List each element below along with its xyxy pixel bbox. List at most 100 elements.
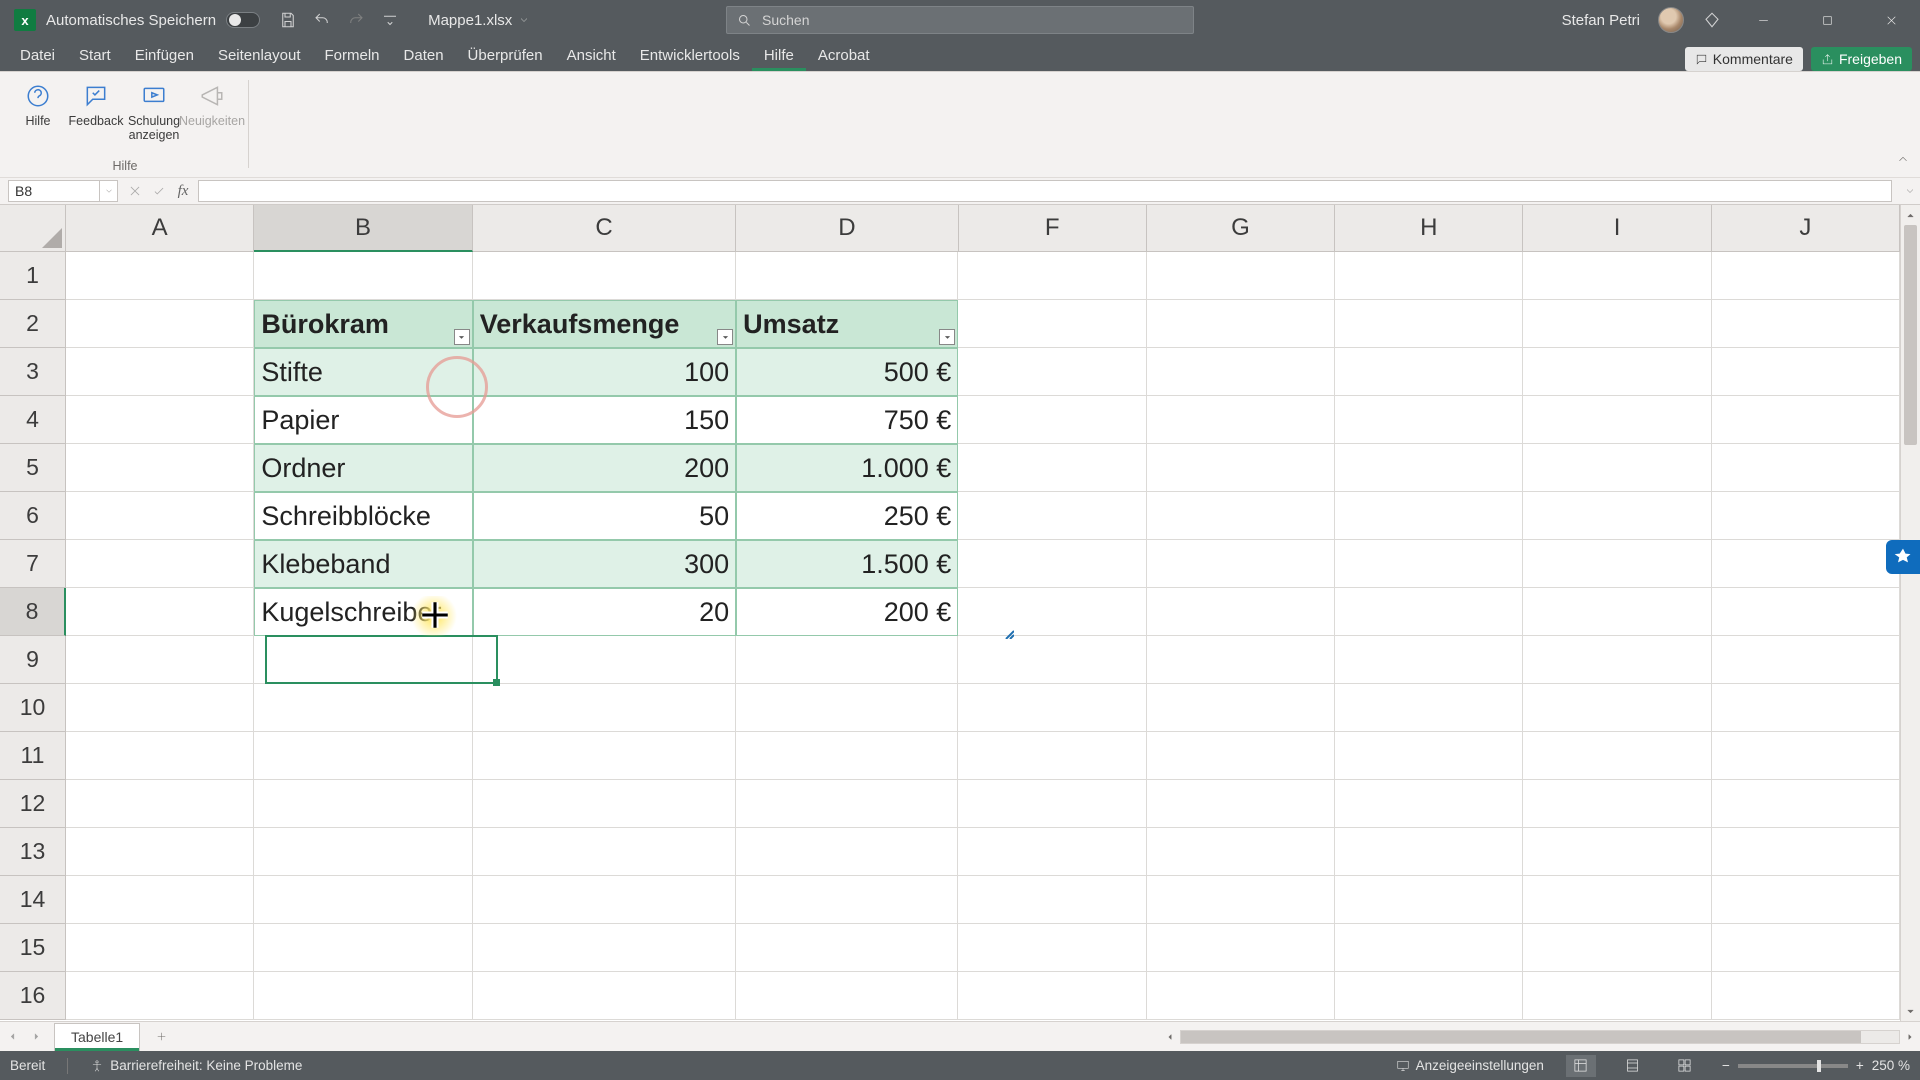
scroll-up-icon[interactable]: [1901, 205, 1920, 225]
cell[interactable]: [1147, 300, 1335, 348]
row-header[interactable]: 12: [0, 780, 66, 828]
tab-daten[interactable]: Daten: [392, 41, 456, 71]
document-name[interactable]: Mappe1.xlsx: [428, 12, 530, 29]
cell[interactable]: [66, 684, 254, 732]
filter-dropdown-icon[interactable]: [939, 329, 955, 345]
cell[interactable]: 1.500 €: [736, 540, 958, 588]
cell[interactable]: Stifte: [254, 348, 472, 396]
tab-einfuegen[interactable]: Einfügen: [123, 41, 206, 71]
cell[interactable]: [1147, 876, 1335, 924]
cell[interactable]: [958, 684, 1146, 732]
tab-acrobat[interactable]: Acrobat: [806, 41, 882, 71]
diamond-icon[interactable]: [1702, 10, 1722, 30]
column-header[interactable]: J: [1712, 205, 1900, 252]
cell[interactable]: [254, 636, 472, 684]
cell[interactable]: [1335, 396, 1523, 444]
row-header[interactable]: 13: [0, 828, 66, 876]
cell[interactable]: Verkaufsmenge: [473, 300, 736, 348]
add-sheet-button[interactable]: [146, 1030, 176, 1043]
cell[interactable]: [1523, 828, 1711, 876]
ribbon-collapse-icon[interactable]: [1896, 152, 1910, 171]
search-box[interactable]: Suchen: [726, 6, 1194, 34]
column-headers[interactable]: ABCDFGHIJ: [66, 205, 1900, 252]
cell[interactable]: [1335, 492, 1523, 540]
cell[interactable]: [1335, 828, 1523, 876]
hscroll-thumb[interactable]: [1181, 1031, 1861, 1043]
cell[interactable]: [1712, 300, 1900, 348]
cell[interactable]: [1523, 492, 1711, 540]
cell[interactable]: [1335, 732, 1523, 780]
cell[interactable]: [736, 876, 958, 924]
cell[interactable]: 200 €: [736, 588, 958, 636]
tab-datei[interactable]: Datei: [8, 41, 67, 71]
cell[interactable]: [958, 972, 1146, 1020]
column-header[interactable]: A: [66, 205, 254, 252]
select-all-corner[interactable]: [0, 205, 66, 252]
cell[interactable]: [1335, 636, 1523, 684]
cell[interactable]: [254, 684, 472, 732]
zoom-out-icon[interactable]: −: [1722, 1058, 1730, 1073]
view-page-break-button[interactable]: [1670, 1055, 1700, 1077]
cell[interactable]: [66, 396, 254, 444]
cell-grid[interactable]: BürokramVerkaufsmengeUmsatzStifte100500 …: [66, 252, 1900, 1021]
cell[interactable]: [254, 972, 472, 1020]
tab-nav-prev[interactable]: [0, 1031, 24, 1042]
tab-ansicht[interactable]: Ansicht: [555, 41, 628, 71]
formula-expand-icon[interactable]: [1900, 185, 1920, 197]
cell[interactable]: [66, 444, 254, 492]
maximize-button[interactable]: [1804, 0, 1850, 40]
cell[interactable]: [1523, 684, 1711, 732]
cell[interactable]: [958, 924, 1146, 972]
cell[interactable]: [958, 876, 1146, 924]
cell[interactable]: [958, 300, 1146, 348]
scroll-down-icon[interactable]: [1901, 1001, 1920, 1021]
table-resize-handle[interactable]: [1004, 626, 1014, 636]
cell[interactable]: [1335, 252, 1523, 300]
undo-icon[interactable]: [312, 10, 332, 30]
cell[interactable]: Ordner: [254, 444, 472, 492]
cell[interactable]: [66, 300, 254, 348]
cell[interactable]: [1147, 588, 1335, 636]
row-header[interactable]: 2: [0, 300, 66, 348]
cell[interactable]: [66, 252, 254, 300]
cell[interactable]: [736, 780, 958, 828]
cell[interactable]: [1335, 348, 1523, 396]
hscroll-left-icon[interactable]: [1160, 1032, 1180, 1042]
cell[interactable]: 500 €: [736, 348, 958, 396]
column-header[interactable]: C: [473, 205, 737, 252]
cell[interactable]: [1335, 972, 1523, 1020]
cell[interactable]: [1523, 780, 1711, 828]
cell[interactable]: [1147, 636, 1335, 684]
cell[interactable]: [1712, 684, 1900, 732]
cell[interactable]: [1712, 732, 1900, 780]
share-button[interactable]: Freigeben: [1811, 47, 1912, 71]
cell[interactable]: [66, 924, 254, 972]
cell[interactable]: [1523, 540, 1711, 588]
cell[interactable]: Papier: [254, 396, 472, 444]
cell[interactable]: 750 €: [736, 396, 958, 444]
cell[interactable]: [1335, 540, 1523, 588]
row-header[interactable]: 8: [0, 588, 66, 636]
cell[interactable]: [1147, 348, 1335, 396]
cell[interactable]: [1335, 924, 1523, 972]
cell[interactable]: [66, 732, 254, 780]
cell[interactable]: [66, 972, 254, 1020]
tab-start[interactable]: Start: [67, 41, 123, 71]
cell[interactable]: [1147, 396, 1335, 444]
scroll-thumb[interactable]: [1904, 225, 1917, 445]
cell[interactable]: [1147, 540, 1335, 588]
cell[interactable]: [1147, 684, 1335, 732]
row-header[interactable]: 11: [0, 732, 66, 780]
tab-formeln[interactable]: Formeln: [313, 41, 392, 71]
save-icon[interactable]: [278, 10, 298, 30]
cell[interactable]: [66, 588, 254, 636]
qat-customize-icon[interactable]: [380, 10, 400, 30]
cell[interactable]: [958, 780, 1146, 828]
filter-dropdown-icon[interactable]: [454, 329, 470, 345]
cell[interactable]: [1712, 924, 1900, 972]
cell[interactable]: [1147, 828, 1335, 876]
cell[interactable]: [1523, 636, 1711, 684]
cell[interactable]: 300: [473, 540, 736, 588]
cell[interactable]: [66, 636, 254, 684]
row-header[interactable]: 9: [0, 636, 66, 684]
